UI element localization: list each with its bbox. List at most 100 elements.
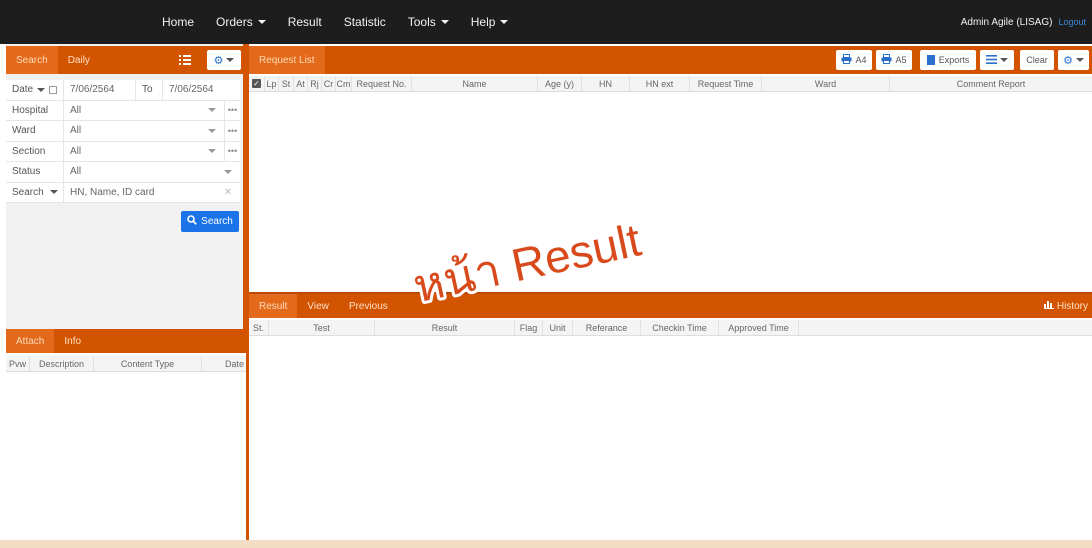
svg-text:หน้า Result: หน้า Result <box>409 213 646 310</box>
col-ward[interactable]: Ward <box>762 76 890 91</box>
search-button[interactable]: Search <box>181 211 239 232</box>
col-checkin-time[interactable]: Checkin Time <box>641 320 719 335</box>
caret-down-icon <box>1075 58 1084 62</box>
attach-panel-header: Attach Info <box>6 329 246 353</box>
col-request-time[interactable]: Request Time <box>690 76 762 91</box>
select-all-checkbox[interactable]: ✓ <box>249 76 265 91</box>
to-label: To <box>142 84 153 96</box>
caret-down-icon <box>500 20 509 24</box>
col-cm[interactable]: Cm <box>336 76 352 91</box>
nav-orders[interactable]: Orders <box>216 15 266 29</box>
chevron-down-icon[interactable] <box>200 142 224 162</box>
search-type-select[interactable]: Search <box>6 182 64 202</box>
search-input[interactable]: HN, Name, ID card <box>64 183 216 203</box>
col-lp[interactable]: Lp <box>265 76 279 91</box>
col-referance[interactable]: Referance <box>573 320 641 335</box>
col-st[interactable]: St. <box>249 320 269 335</box>
nav-statistic[interactable]: Statistic <box>344 15 386 29</box>
search-filter-form: Date 7/06/2564 To 7/06/2564 Hospital All… <box>6 80 240 203</box>
exports-button[interactable]: Exports <box>920 50 976 70</box>
user-area: Admin Agile (LISAG) Logout <box>961 0 1086 44</box>
caret-down-icon <box>49 190 58 195</box>
tab-result[interactable]: Result <box>249 294 298 318</box>
col-approved-time[interactable]: Approved Time <box>719 320 799 335</box>
file-export-icon <box>926 55 935 65</box>
date-row: Date 7/06/2564 To 7/06/2564 <box>6 80 240 101</box>
col-pvw[interactable]: Pvw <box>6 356 30 371</box>
section-select[interactable]: All <box>64 142 200 162</box>
chevron-down-icon[interactable] <box>216 162 240 182</box>
print-a5-button[interactable]: A5 <box>876 50 912 70</box>
chevron-down-icon[interactable] <box>200 101 224 121</box>
date-from-input[interactable]: 7/06/2564 <box>64 80 136 100</box>
request-table-header: ✓ Lp St At Rj Cr Cm Request No. Name Age… <box>249 76 1092 92</box>
printer-icon <box>881 54 892 66</box>
status-bar <box>0 540 1092 548</box>
col-content-type[interactable]: Content Type <box>94 356 202 371</box>
col-flag[interactable]: Flag <box>515 320 543 335</box>
col-date[interactable]: Date <box>202 356 246 371</box>
more-icon[interactable]: ••• <box>224 121 240 141</box>
col-result[interactable]: Result <box>375 320 515 335</box>
history-button[interactable]: History <box>1043 294 1088 318</box>
col-hn-ext[interactable]: HN ext <box>630 76 690 91</box>
col-comment-report[interactable]: Comment Report <box>890 76 1092 91</box>
tab-search[interactable]: Search <box>6 46 58 74</box>
clear-button[interactable]: Clear <box>1020 50 1054 70</box>
section-label: Section <box>6 141 64 161</box>
col-hn[interactable]: HN <box>582 76 630 91</box>
col-name[interactable]: Name <box>412 76 538 91</box>
chevron-down-icon[interactable] <box>200 121 224 141</box>
user-name: Admin Agile (LISAG) <box>960 16 1053 28</box>
ward-row: Ward All ••• <box>6 121 240 142</box>
ward-select[interactable]: All <box>64 121 200 141</box>
nav-help[interactable]: Help <box>471 15 509 29</box>
col-description[interactable]: Description <box>30 356 94 371</box>
tab-attach[interactable]: Attach <box>6 329 55 353</box>
nav-tools[interactable]: Tools <box>408 15 449 29</box>
col-unit[interactable]: Unit <box>543 320 573 335</box>
logout-link[interactable]: Logout <box>1058 17 1086 27</box>
date-label: Date <box>6 80 64 100</box>
search-panel-header: Search Daily ⚙ <box>6 46 246 74</box>
ward-label: Ward <box>6 121 64 141</box>
status-select[interactable]: All <box>64 162 216 182</box>
result-panel-header: Result View Previous History <box>249 292 1092 318</box>
gear-icon: ⚙ <box>213 54 224 67</box>
col-empty <box>799 320 1092 335</box>
col-st[interactable]: St <box>279 76 294 91</box>
col-age[interactable]: Age (y) <box>538 76 582 91</box>
request-list-header: Request List A4 A5 Exports Clear ⚙ <box>249 46 1092 74</box>
hospital-row: Hospital All ••• <box>6 100 240 121</box>
tab-daily[interactable]: Daily <box>58 46 100 74</box>
print-a4-button[interactable]: A4 <box>836 50 872 70</box>
attach-table-header: Pvw Description Content Type Date <box>6 356 246 372</box>
more-icon[interactable]: ••• <box>224 141 240 161</box>
tab-info[interactable]: Info <box>54 329 91 353</box>
result-table-header: St. Test Result Flag Unit Referance Chec… <box>249 320 1092 336</box>
tab-previous[interactable]: Previous <box>339 294 398 318</box>
attach-panel-body <box>6 353 246 540</box>
search-icon <box>187 215 197 228</box>
tab-view[interactable]: View <box>297 294 339 318</box>
hospital-select[interactable]: All <box>64 101 200 121</box>
caret-down-icon[interactable] <box>37 87 46 92</box>
col-at[interactable]: At <box>294 76 308 91</box>
clear-icon[interactable]: ✕ <box>216 183 240 203</box>
nav-home[interactable]: Home <box>162 15 194 29</box>
col-cr[interactable]: Cr <box>322 76 336 91</box>
main-menu: Home Orders Result Statistic Tools Help <box>162 0 530 44</box>
date-to-input[interactable]: 7/06/2564 <box>162 80 240 100</box>
more-icon[interactable]: ••• <box>224 100 240 120</box>
page-watermark: หน้า Result หน้า Result <box>400 200 660 315</box>
date-checkbox[interactable] <box>49 85 58 94</box>
list-view-icon[interactable] <box>178 53 192 67</box>
column-menu-button[interactable] <box>980 50 1014 70</box>
col-test[interactable]: Test <box>269 320 375 335</box>
tab-request-list[interactable]: Request List <box>249 46 325 74</box>
settings-dropdown-button[interactable]: ⚙ <box>207 50 241 70</box>
settings-dropdown-button[interactable]: ⚙ <box>1058 50 1089 70</box>
col-request-no[interactable]: Request No. <box>352 76 412 91</box>
nav-result[interactable]: Result <box>288 15 322 29</box>
col-rj[interactable]: Rj <box>308 76 322 91</box>
